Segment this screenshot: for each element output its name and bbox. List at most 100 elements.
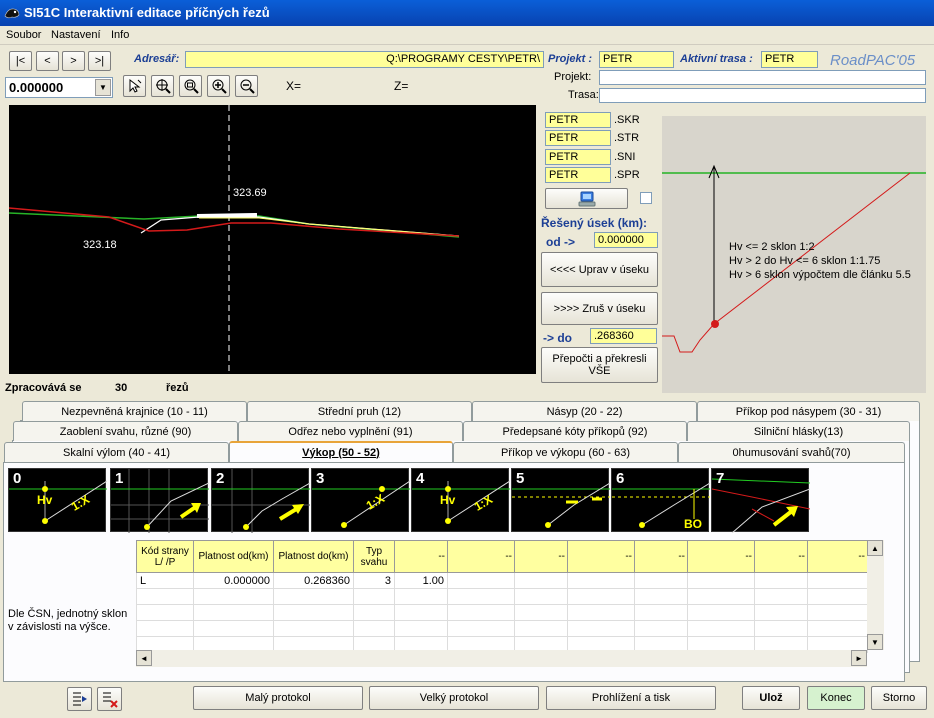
cell[interactable] [567,572,635,589]
chevron-down-icon[interactable]: ▼ [95,79,111,96]
col-platnost-do[interactable]: Platnost do(km) [273,540,354,573]
scroll-down-icon[interactable]: ▼ [867,634,883,650]
tab-odrez-vyplneni[interactable]: Odřez nebo vyplnění (91) [238,421,463,441]
first-section-button[interactable]: |< [9,51,32,71]
col-11[interactable]: -- [754,540,808,573]
tab-silnicni-hlasky[interactable]: Silniční hlásky(13) [687,421,910,441]
col-6[interactable]: -- [447,540,515,573]
menu-soubor[interactable]: Soubor [6,29,41,41]
station-combo[interactable]: 0.000000 ▼ [5,77,113,98]
uloz-button[interactable]: Ulož [742,686,800,710]
slope-type-3[interactable]: 3 1:X [311,468,411,532]
cell[interactable] [807,572,868,589]
col-9[interactable]: -- [634,540,688,573]
slope-description: Dle ČSN, jednotný sklon v závislosti na … [8,608,128,633]
velky-protokol-button[interactable]: Velký protokol [369,686,539,710]
tab-zaobleni-svahu[interactable]: Zaoblení svahu, různé (90) [13,421,238,441]
projekt-name-field[interactable] [599,70,926,85]
table-row[interactable]: L 0.000000 0.268360 3 1.00 [136,572,868,589]
cell-do[interactable]: 0.268360 [273,572,354,589]
file-spr-field[interactable]: PETR [545,167,611,183]
projekt-field[interactable]: PETR [599,51,674,68]
insert-row-button[interactable] [67,687,92,711]
cell-od[interactable]: 0.000000 [193,572,274,589]
adresar-field[interactable]: Q:\PROGRAMY CESTY\PETR\ [185,51,544,68]
col-12[interactable]: -- [807,540,868,573]
od-field[interactable]: 0.000000 [594,232,658,248]
prohlizeni-tisk-button[interactable]: Prohlížení a tisk [546,686,716,710]
scroll-left-icon[interactable]: ◄ [136,650,152,666]
scroll-up-icon[interactable]: ▲ [867,540,883,556]
slope-type-0[interactable]: 0 Hv 1:X [8,468,108,532]
slope-type-1[interactable]: 1 [110,468,210,533]
tab-stredni-pruh[interactable]: Střední pruh (12) [247,401,472,421]
slope-table[interactable]: Kód strany L/ /P Platnost od(km) Platnos… [136,540,868,653]
zoom-window-button[interactable] [179,75,202,97]
col-7[interactable]: -- [514,540,568,573]
pointer-tool-button[interactable] [123,75,146,97]
cell[interactable] [634,572,688,589]
slope-type-3-number: 3 [316,470,325,487]
cell[interactable] [754,572,808,589]
tab-nasyp[interactable]: Násyp (20 - 22) [472,401,697,421]
table-horizontal-scrollbar[interactable]: ◄ ► [136,650,867,667]
storno-button[interactable]: Storno [871,686,927,710]
slope-type-7[interactable]: 7 [711,468,811,534]
col-5[interactable]: -- [394,540,448,573]
profile-canvas[interactable]: 323.69 323.18 [8,105,536,374]
col-8[interactable]: -- [567,540,635,573]
tab-predepsane-koty[interactable]: Předepsané kóty příkopů (92) [463,421,687,441]
file-skr-field[interactable]: PETR [545,112,611,128]
cell-typ[interactable]: 3 [353,572,395,589]
menu-nastaveni[interactable]: Nastavení [51,29,101,41]
zoom-all-button[interactable] [151,75,174,97]
pointer-icon [129,78,141,93]
load-files-button[interactable] [545,188,628,209]
slope-type-2[interactable]: 2 [211,468,311,533]
cell[interactable] [687,572,755,589]
zrus-button[interactable]: >>>> Zruš v úseku [541,292,658,325]
do-field[interactable]: .268360 [590,328,657,344]
option-checkbox[interactable] [640,192,652,204]
tab-skalni-vylom[interactable]: Skalní výlom (40 - 41) [4,442,229,462]
slope-type-5[interactable]: 5 [511,468,611,532]
slope-type-6[interactable]: 6 BO [611,468,711,532]
cell[interactable] [514,572,568,589]
slope-type-4[interactable]: 4 Hv 1:X [411,468,511,532]
last-section-button[interactable]: >| [88,51,111,71]
cell[interactable] [447,572,515,589]
cell-val[interactable]: 1.00 [394,572,448,589]
col-10[interactable]: -- [687,540,755,573]
table-row[interactable] [136,620,868,637]
trasa-name-field[interactable] [599,88,926,103]
status-unit: řezů [166,382,189,394]
scroll-right-icon[interactable]: ► [851,650,867,666]
delete-row-button[interactable] [97,687,122,711]
maly-protokol-button[interactable]: Malý protokol [193,686,363,710]
next-section-button[interactable]: > [62,51,85,71]
zoom-out-button[interactable] [235,75,258,97]
col-kod-strany[interactable]: Kód strany L/ /P [136,540,194,573]
cell-kod[interactable]: L [136,572,194,589]
tab-prikop-pod-nasypem[interactable]: Příkop pod násypem (30 - 31) [697,401,920,421]
menu-info[interactable]: Info [111,29,129,41]
table-row[interactable] [136,588,868,605]
station-value: 0.000000 [9,80,64,95]
konec-button[interactable]: Konec [807,686,865,710]
zoom-in-button[interactable] [207,75,230,97]
tab-ohumusovani[interactable]: 0humusování svahů(70) [678,442,905,462]
prepocti-button[interactable]: Přepočti a překresli VŠE [541,347,658,383]
file-sni-field[interactable]: PETR [545,149,611,165]
tab-nezpevnena-krajnice[interactable]: Nezpevněná krajnice (10 - 11) [22,401,247,421]
table-row[interactable] [136,604,868,621]
col-typ-svahu[interactable]: Typ svahu [353,540,395,573]
prev-section-button[interactable]: < [36,51,59,71]
aktivni-trasa-field[interactable]: PETR [761,51,818,68]
tab-prikop-ve-vykopu[interactable]: Příkop ve výkopu (60 - 63) [453,442,678,462]
col-platnost-od[interactable]: Platnost od(km) [193,540,274,573]
aktivni-trasa-label: Aktivní trasa : [680,53,753,65]
table-vertical-scrollbar[interactable]: ▲ ▼ [867,540,884,650]
file-str-field[interactable]: PETR [545,130,611,146]
uprav-button[interactable]: <<<< Uprav v úseku [541,252,658,287]
tab-vykop[interactable]: Výkop (50 - 52) [229,441,453,462]
